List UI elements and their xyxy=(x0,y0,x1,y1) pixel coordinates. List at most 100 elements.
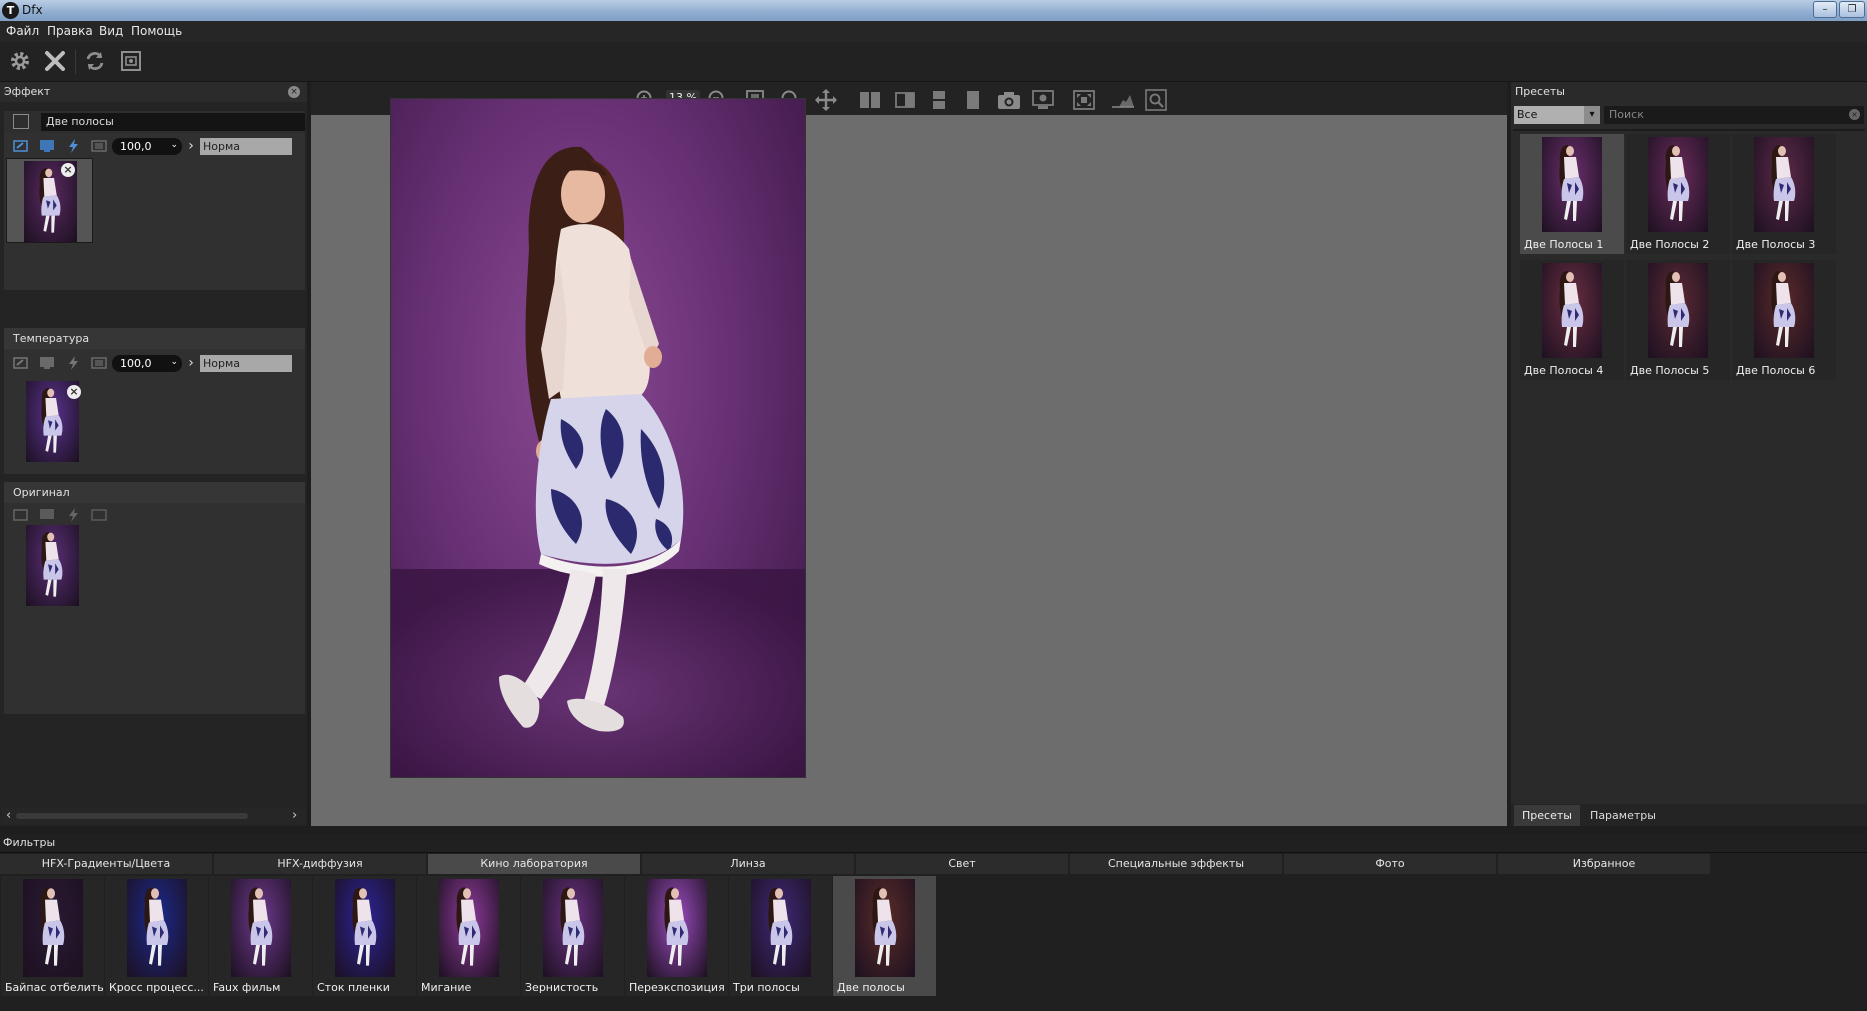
mask-brush-icon[interactable] xyxy=(8,353,34,373)
filter-tab[interactable]: HFX-диффузия xyxy=(214,854,426,874)
layer-title[interactable]: Оригинал xyxy=(4,482,305,503)
film-icon[interactable] xyxy=(86,505,112,525)
filter-thumbnail xyxy=(127,879,187,977)
monitor-icon[interactable] xyxy=(34,353,60,373)
search-input[interactable]: Поиск × xyxy=(1604,106,1864,124)
layer-thumbnail[interactable] xyxy=(26,525,79,606)
preset-label: Две Полосы 2 xyxy=(1630,238,1710,251)
filter-thumbnail xyxy=(855,879,915,977)
loupe-icon[interactable] xyxy=(1145,89,1167,111)
lightning-icon[interactable] xyxy=(60,136,86,156)
menu-view[interactable]: Вид xyxy=(99,24,123,38)
split-vertical-icon[interactable] xyxy=(859,90,881,110)
chevron-right-icon[interactable]: › xyxy=(182,355,200,371)
filter-item[interactable]: Зернистость xyxy=(521,876,624,996)
filter-item[interactable]: Байпас отбелить xyxy=(1,876,104,996)
scrollbar-thumb[interactable] xyxy=(16,813,248,819)
filter-item[interactable]: Сток пленки xyxy=(313,876,416,996)
layer-thumbnail[interactable]: × xyxy=(6,158,93,243)
tab-parameters[interactable]: Параметры xyxy=(1583,805,1663,826)
preset-thumbnail xyxy=(1648,263,1708,358)
preset-item[interactable]: Две Полосы 1 xyxy=(1520,134,1624,254)
film-icon[interactable] xyxy=(86,353,112,373)
gear-icon[interactable] xyxy=(5,46,35,76)
monitor-icon[interactable] xyxy=(34,505,60,525)
filters-panel: Фильтры HFX-Градиенты/Цвета HFX-диффузия… xyxy=(0,834,1867,1011)
preset-thumbnail xyxy=(1542,137,1602,232)
scroll-right-icon[interactable]: › xyxy=(292,808,297,823)
filter-tab[interactable]: Кино лаборатория xyxy=(428,854,640,874)
preset-item[interactable]: Две Полосы 6 xyxy=(1732,260,1836,380)
filter-item[interactable]: Мигание xyxy=(417,876,520,996)
lightning-icon[interactable] xyxy=(60,505,86,525)
chevron-right-icon[interactable]: › xyxy=(182,138,200,154)
split-stacked-icon[interactable] xyxy=(929,90,949,110)
remove-icon[interactable]: × xyxy=(67,385,81,399)
filter-label: Кросс процесс... xyxy=(109,981,204,994)
filter-label: Сток пленки xyxy=(317,981,390,994)
histogram-icon[interactable] xyxy=(1111,92,1135,108)
horizontal-scrollbar[interactable]: ‹ › xyxy=(2,808,305,824)
screenshot-icon[interactable] xyxy=(116,46,146,76)
filter-thumbnail xyxy=(439,879,499,977)
layer-list-icon[interactable] xyxy=(13,114,29,129)
filter-item[interactable]: Переэкспозиция xyxy=(625,876,728,996)
filter-item[interactable]: Кросс процесс... xyxy=(105,876,208,996)
lightning-icon[interactable] xyxy=(60,353,86,373)
window-title: Dfx xyxy=(22,3,43,17)
filter-tab[interactable]: Избранное xyxy=(1498,854,1710,874)
preset-item[interactable]: Две Полосы 3 xyxy=(1732,134,1836,254)
preset-item[interactable]: Две Полосы 4 xyxy=(1520,260,1624,380)
preset-item[interactable]: Две Полосы 2 xyxy=(1626,134,1730,254)
tab-presets[interactable]: Пресеты xyxy=(1514,805,1580,826)
effect-layer: Две полосы 100,0 ⌄ › Норма × xyxy=(4,111,305,290)
menu-edit[interactable]: Правка xyxy=(47,24,93,38)
title-bar: T Dfx – ❐ xyxy=(0,0,1867,21)
opacity-field[interactable]: 100,0 ⌄ xyxy=(112,354,182,372)
filter-thumbnail xyxy=(543,879,603,977)
clear-search-icon[interactable]: × xyxy=(1849,109,1860,120)
filter-item[interactable]: Три полосы xyxy=(729,876,832,996)
layer-title[interactable]: Температура xyxy=(4,328,305,349)
filter-thumbnail xyxy=(23,879,83,977)
filter-item[interactable]: Две полосы xyxy=(833,876,936,996)
filter-tab[interactable]: Линза xyxy=(642,854,854,874)
split-horizontal-icon[interactable] xyxy=(894,90,916,110)
preset-thumbnail xyxy=(1754,137,1814,232)
blend-mode-select[interactable]: Норма xyxy=(200,354,292,372)
filter-label: Переэкспозиция xyxy=(629,981,725,994)
main-photo[interactable] xyxy=(390,98,806,778)
opacity-field[interactable]: 100,0 ⌄ xyxy=(112,137,182,155)
scroll-left-icon[interactable]: ‹ xyxy=(6,808,11,823)
monitor-icon[interactable] xyxy=(34,136,60,156)
pan-icon[interactable] xyxy=(815,89,837,111)
blend-mode-select[interactable]: Норма xyxy=(200,137,292,155)
refresh-icon[interactable] xyxy=(80,46,110,76)
filter-tab[interactable]: Фото xyxy=(1284,854,1496,874)
snapshot-icon[interactable] xyxy=(1032,90,1054,110)
chevron-down-icon[interactable]: ▾ xyxy=(1584,106,1600,124)
mask-brush-icon[interactable] xyxy=(8,505,34,525)
menu-file[interactable]: Файл xyxy=(6,24,39,38)
preset-thumbnail xyxy=(1754,263,1814,358)
remove-icon[interactable]: × xyxy=(61,163,75,177)
minimize-button[interactable]: – xyxy=(1813,1,1837,18)
category-select[interactable]: Все ▾ xyxy=(1514,106,1600,124)
fullscreen-icon[interactable] xyxy=(1073,90,1095,110)
layer-name-field[interactable]: Две полосы xyxy=(41,113,305,131)
film-icon[interactable] xyxy=(86,136,112,156)
menu-help[interactable]: Помощь xyxy=(131,24,182,38)
filter-item[interactable]: Faux фильм xyxy=(209,876,312,996)
restore-button[interactable]: ❐ xyxy=(1839,1,1865,18)
close-icon[interactable] xyxy=(40,46,70,76)
preset-label: Две Полосы 6 xyxy=(1736,364,1816,377)
single-view-icon[interactable] xyxy=(963,90,983,110)
filter-tab[interactable]: HFX-Градиенты/Цвета xyxy=(0,854,212,874)
close-panel-icon[interactable]: × xyxy=(288,86,300,98)
camera-icon[interactable] xyxy=(997,90,1021,110)
filter-tab[interactable]: Свет xyxy=(856,854,1068,874)
mask-brush-icon[interactable] xyxy=(8,136,34,156)
filter-tab[interactable]: Специальные эффекты xyxy=(1070,854,1282,874)
preset-item[interactable]: Две Полосы 5 xyxy=(1626,260,1730,380)
presets-panel-title: Пресеты xyxy=(1515,85,1565,98)
